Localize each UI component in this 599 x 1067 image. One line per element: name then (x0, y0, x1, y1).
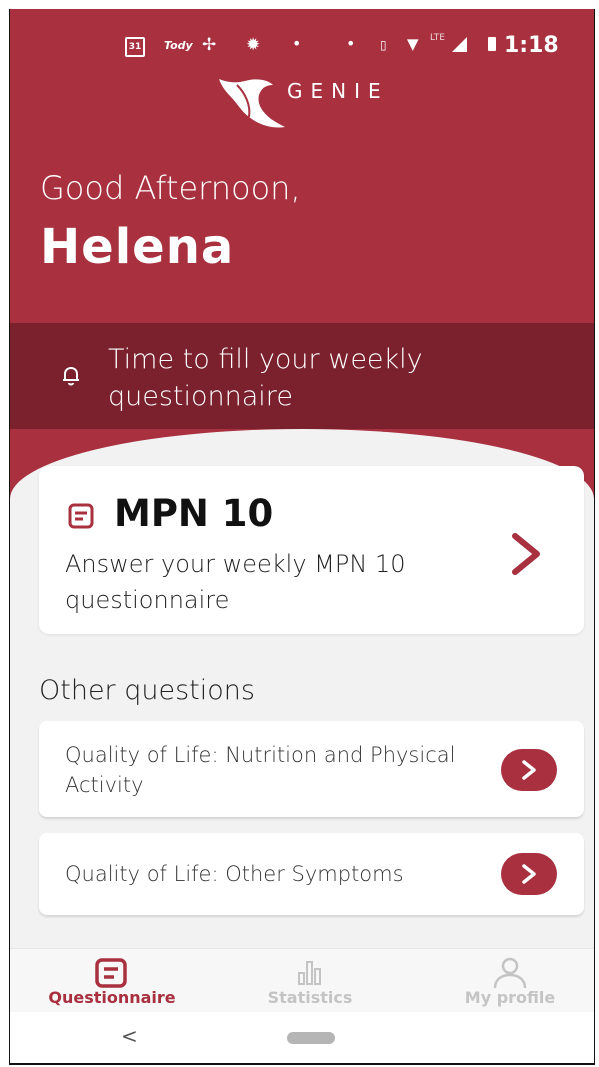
nav-label: My profile (464, 988, 556, 1007)
open-question-button[interactable] (501, 853, 557, 895)
reminder-text: Time to fill your weekly questionnaire (108, 344, 423, 412)
other-questions-heading: Other questions (39, 675, 255, 706)
tody-app-icon: Tody (164, 39, 193, 52)
header: 31 Tody ✢ ✹ • • ▯ ▼ LTE 1:18 GENIE Good … (10, 9, 594, 519)
greeting-text: Good Afternoon, (40, 169, 301, 207)
chevron-right-icon[interactable] (509, 532, 543, 576)
genie-logo: GENIE (215, 73, 425, 129)
home-pill-button[interactable] (287, 1032, 335, 1044)
open-question-button[interactable] (501, 749, 557, 791)
question-card-other-symptoms[interactable]: Quality of Life: Other Symptoms (39, 833, 584, 915)
lte-label: LTE (430, 33, 445, 43)
notification-dot-icon: • (292, 34, 302, 53)
status-time: 1:18 (504, 33, 559, 58)
bug-icon: ✹ (246, 35, 261, 55)
chevron-right-icon (522, 864, 536, 884)
profile-icon (493, 957, 527, 989)
back-button[interactable]: < (121, 1024, 138, 1048)
signal-icon (452, 37, 467, 52)
vibrate-icon: ▯ (380, 38, 387, 52)
questionnaire-icon (95, 958, 127, 988)
reminder-banner[interactable]: Time to fill your weekly questionnaire (10, 323, 594, 429)
logo-text: GENIE (287, 79, 389, 103)
nav-label: Questionnaire (48, 988, 176, 1007)
pinwheel-icon: ✢ (202, 35, 217, 55)
bell-icon (63, 366, 79, 386)
question-label: Quality of Life: Other Symptoms (65, 862, 404, 886)
nav-item-statistics[interactable]: Statistics (240, 949, 380, 1013)
battery-icon (488, 37, 496, 51)
wifi-icon: ▼ (407, 35, 419, 53)
device-frame-edge (9, 1063, 595, 1065)
question-label: Quality of Life: Nutrition and Physical … (65, 743, 456, 797)
mpn10-title: MPN 10 (114, 492, 274, 535)
question-card-nutrition[interactable]: Quality of Life: Nutrition and Physical … (39, 721, 584, 817)
nav-item-questionnaire[interactable]: Questionnaire (32, 949, 192, 1013)
calendar-icon: 31 (125, 37, 145, 57)
chevron-right-icon (522, 760, 536, 780)
system-navigation-bar: < (10, 1012, 594, 1063)
nav-label: Statistics (267, 988, 353, 1007)
user-name: Helena (40, 219, 235, 275)
status-bar: 31 Tody ✢ ✹ • • ▯ ▼ LTE 1:18 (10, 33, 594, 69)
notification-dot-icon: • (346, 34, 356, 53)
questionnaire-icon (68, 503, 94, 529)
genie-logo-icon (219, 79, 285, 128)
bottom-navigation: Questionnaire Statistics My profile (10, 948, 594, 1013)
mpn10-card[interactable]: MPN 10 Answer your weekly MPN 10 questio… (39, 466, 584, 634)
mpn10-description: Answer your weekly MPN 10 questionnaire (65, 550, 406, 614)
statistics-icon (298, 961, 321, 985)
app-screen: 31 Tody ✢ ✹ • • ▯ ▼ LTE 1:18 GENIE Good … (9, 9, 595, 1063)
nav-item-my-profile[interactable]: My profile (435, 949, 585, 1013)
